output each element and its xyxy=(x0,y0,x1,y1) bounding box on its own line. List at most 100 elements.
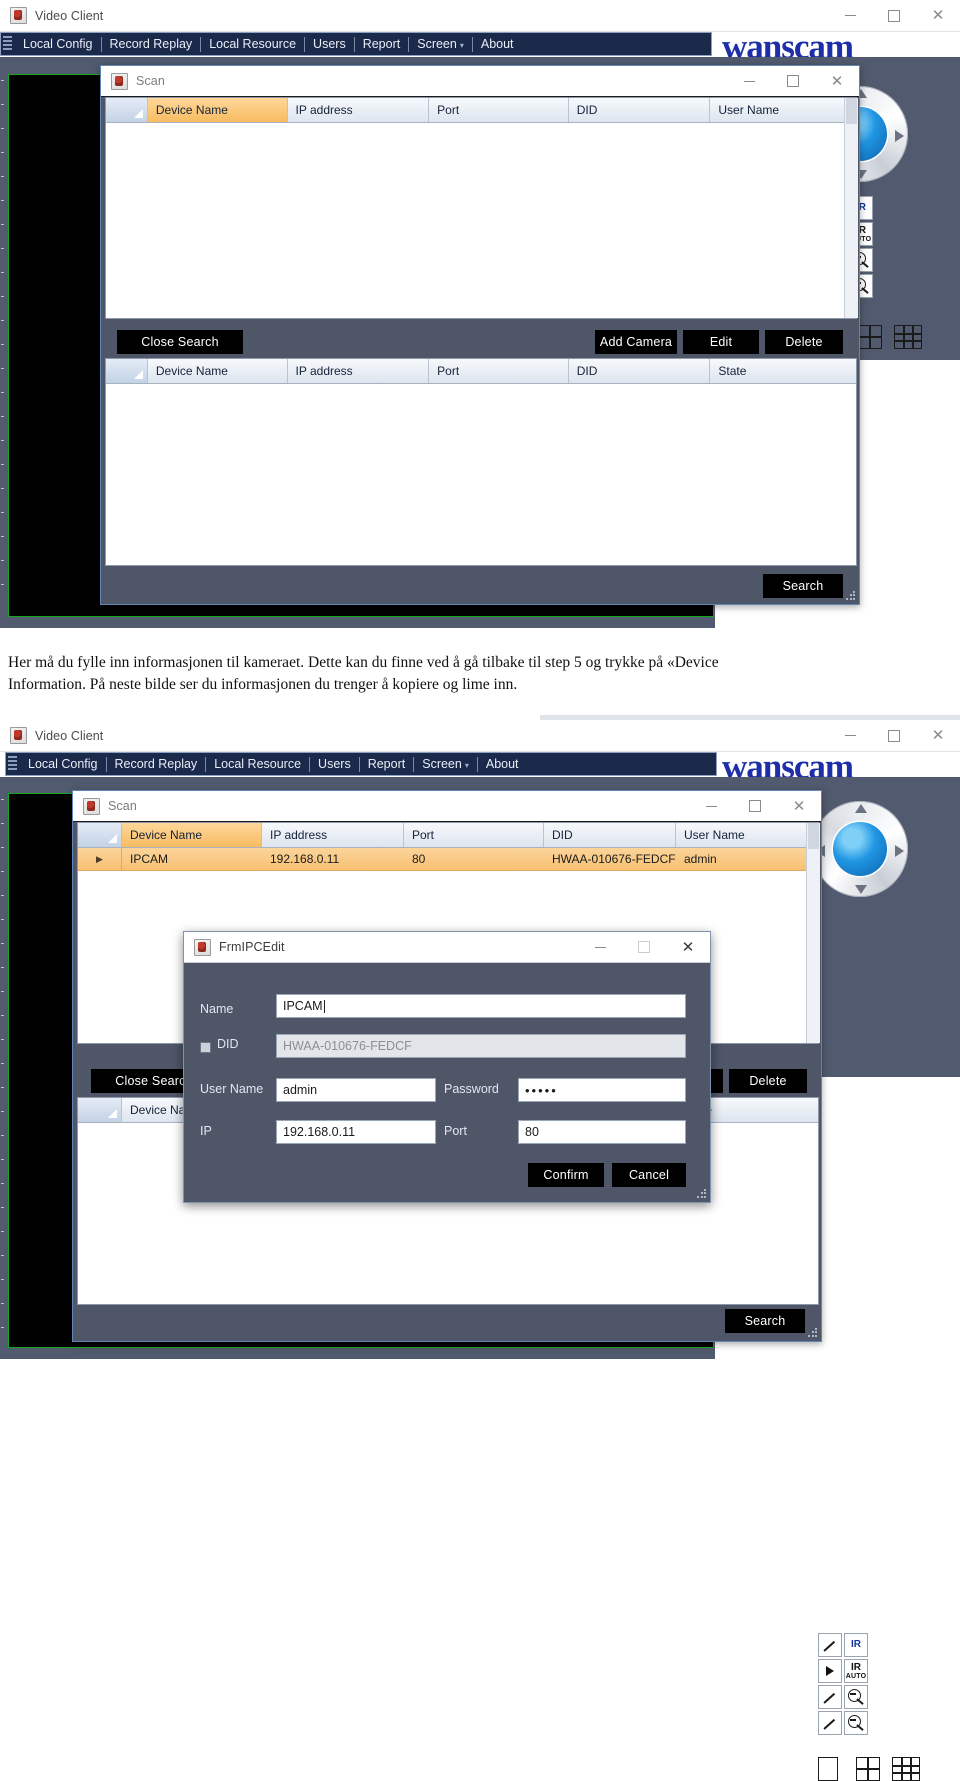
cancel-button[interactable]: Cancel xyxy=(612,1163,686,1187)
maximize-button[interactable] xyxy=(872,1,916,31)
edit-button[interactable]: Edit xyxy=(683,330,759,354)
edit-dialog-resize-handle[interactable] xyxy=(696,1188,708,1200)
scan-dialog-titlebar: Scan ✕ xyxy=(101,66,859,97)
ptz-down-icon[interactable] xyxy=(855,885,868,895)
minimize-button[interactable] xyxy=(828,721,872,751)
dialog-resize-handle[interactable] xyxy=(845,590,857,602)
layout-1-button[interactable] xyxy=(818,1757,838,1781)
search-results-scrollbar[interactable] xyxy=(844,98,858,318)
column-header-ip-address[interactable]: IP address xyxy=(287,359,430,383)
port-field[interactable]: 80 xyxy=(518,1120,686,1144)
username-field[interactable]: admin xyxy=(276,1078,436,1102)
layout-9-button[interactable] xyxy=(894,325,922,349)
dialog-resize-handle[interactable] xyxy=(807,1327,819,1339)
caption-line-1: Her må du fylle inn informasjonen til ka… xyxy=(8,654,719,671)
column-header-did[interactable]: DID xyxy=(544,823,676,847)
close-button[interactable]: ✕ xyxy=(916,1,960,31)
column-header-device-name[interactable]: Device Name xyxy=(122,823,262,847)
menu-item-local-config[interactable]: Local Config xyxy=(15,37,101,51)
scrollbar-thumb[interactable] xyxy=(846,98,857,124)
column-header-ip-address[interactable]: IP address xyxy=(262,823,404,847)
password-field[interactable]: ••••• xyxy=(518,1078,686,1102)
search-button[interactable]: Search xyxy=(725,1309,805,1333)
scan-maximize-button[interactable] xyxy=(733,791,777,821)
menu-item-local-resource[interactable]: Local Resource xyxy=(206,757,309,771)
search-results-table[interactable]: Device Name IP address Port DID User Nam… xyxy=(105,97,857,319)
menu-item-record-replay[interactable]: Record Replay xyxy=(102,37,201,51)
scan-close-button[interactable]: ✕ xyxy=(815,66,859,96)
edit-close-button[interactable]: ✕ xyxy=(666,932,710,962)
search-button[interactable]: Search xyxy=(763,574,843,598)
layout-4-button[interactable] xyxy=(856,1757,880,1781)
menu-divider xyxy=(100,36,102,52)
column-header-port[interactable]: Port xyxy=(404,823,544,847)
table-row[interactable]: ▶ IPCAM 192.168.0.11 80 HWAA-010676-FEDC… xyxy=(78,848,818,871)
preset-slash-button-2[interactable] xyxy=(818,1685,842,1709)
ptz-joystick[interactable]: ↯ xyxy=(812,801,908,897)
menu-item-record-replay[interactable]: Record Replay xyxy=(107,757,206,771)
menu-item-local-config[interactable]: Local Config xyxy=(20,757,106,771)
menu-item-users[interactable]: Users xyxy=(310,757,359,771)
zoom-in-icon xyxy=(847,1714,865,1732)
scan-close-button[interactable]: ✕ xyxy=(777,791,821,821)
column-header-state[interactable]: State xyxy=(710,359,856,383)
device-list-table[interactable]: Device Name IP address Port DID State xyxy=(105,358,857,566)
menubar-top[interactable]: Local Config Record Replay Local Resourc… xyxy=(0,32,712,56)
layout-4-button[interactable] xyxy=(858,325,882,349)
preset-slash-button-3[interactable] xyxy=(818,1711,842,1735)
name-field[interactable]: IPCAM xyxy=(276,994,686,1018)
preset-slash-button-1[interactable] xyxy=(818,1633,842,1657)
ip-field[interactable]: 192.168.0.11 xyxy=(276,1120,436,1144)
menu-item-about[interactable]: About xyxy=(478,757,527,771)
video-ruler xyxy=(0,793,7,1348)
delete-button[interactable]: Delete xyxy=(765,330,843,354)
window-controls: ✕ xyxy=(828,721,960,751)
zoom-out-button[interactable] xyxy=(844,1685,868,1709)
column-header-port[interactable]: Port xyxy=(429,359,569,383)
scan-minimize-button[interactable] xyxy=(689,791,733,821)
layout-9-button[interactable] xyxy=(892,1757,920,1781)
ptz-right-icon[interactable] xyxy=(895,845,905,858)
close-search-button[interactable]: Close Search xyxy=(117,330,243,354)
column-header-user-name[interactable]: User Name xyxy=(710,98,856,122)
column-header-did[interactable]: DID xyxy=(568,98,711,122)
row-selector-header xyxy=(106,359,148,383)
menu-item-users[interactable]: Users xyxy=(305,37,354,51)
column-header-ip-address[interactable]: IP address xyxy=(287,98,430,122)
menubar-bottom[interactable]: Local Config Record Replay Local Resourc… xyxy=(5,752,717,776)
scan-dialog-icon xyxy=(83,797,100,815)
menu-item-screen[interactable]: Screen ▾ xyxy=(409,37,472,51)
confirm-button[interactable]: Confirm xyxy=(528,1163,604,1187)
column-header-device-name[interactable]: Device Name xyxy=(147,98,288,122)
scrollbar-thumb[interactable] xyxy=(808,823,819,849)
add-camera-button[interactable]: Add Camera xyxy=(595,330,677,354)
window-controls: ✕ xyxy=(828,1,960,31)
column-header-port[interactable]: Port xyxy=(429,98,569,122)
minimize-button[interactable] xyxy=(828,1,872,31)
window-title: Video Client xyxy=(35,8,104,23)
menu-divider xyxy=(471,36,473,52)
search-results-scrollbar[interactable] xyxy=(806,823,820,1043)
close-button[interactable]: ✕ xyxy=(916,721,960,751)
column-header-device-name[interactable]: Device Name xyxy=(147,359,288,383)
scan-minimize-button[interactable] xyxy=(727,66,771,96)
ptz-center-icon[interactable]: ↯ xyxy=(841,826,879,846)
ptz-right-icon[interactable] xyxy=(895,130,905,143)
ir-auto-button[interactable]: IR AUTO xyxy=(844,1659,868,1683)
zoom-in-button[interactable] xyxy=(844,1711,868,1735)
menu-item-local-resource[interactable]: Local Resource xyxy=(201,37,304,51)
ptz-up-icon[interactable] xyxy=(855,803,868,813)
delete-button[interactable]: Delete xyxy=(729,1069,807,1093)
column-header-did[interactable]: DID xyxy=(568,359,711,383)
did-checkbox[interactable] xyxy=(200,1042,211,1053)
menu-item-report[interactable]: Report xyxy=(360,757,414,771)
edit-minimize-button[interactable] xyxy=(578,932,622,962)
menu-item-screen[interactable]: Screen ▾ xyxy=(414,757,477,771)
menu-item-report[interactable]: Report xyxy=(355,37,409,51)
column-header-user-name[interactable]: User Name xyxy=(676,823,818,847)
ir-button[interactable]: IR xyxy=(844,1633,868,1657)
menu-item-about[interactable]: About xyxy=(473,37,522,51)
maximize-button[interactable] xyxy=(872,721,916,751)
scan-maximize-button[interactable] xyxy=(771,66,815,96)
preset-play-button[interactable] xyxy=(818,1659,842,1683)
